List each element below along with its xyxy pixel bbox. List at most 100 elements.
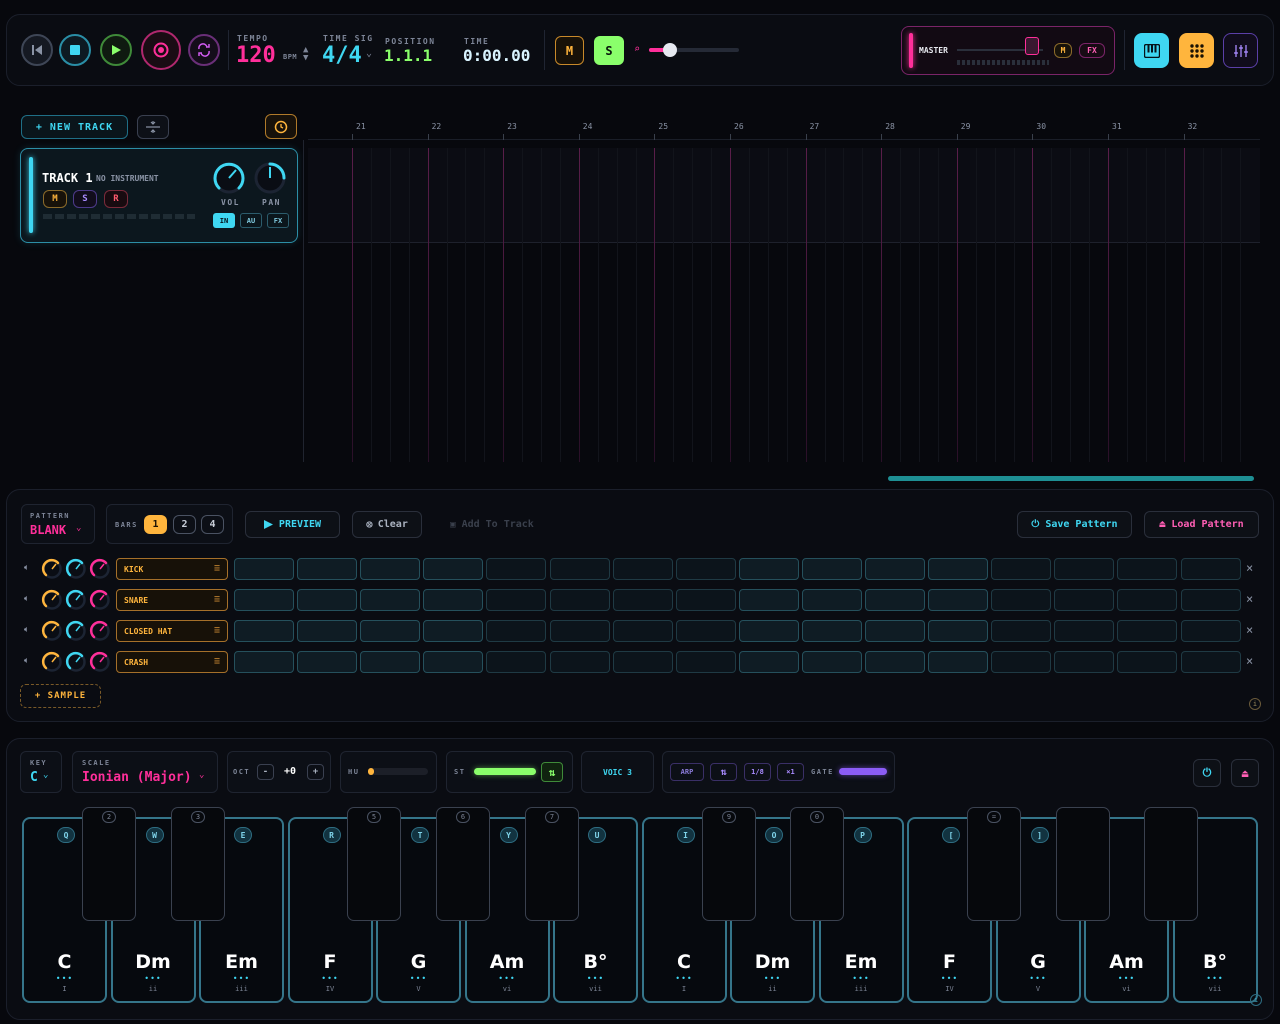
pads-view-button[interactable] <box>1179 33 1214 68</box>
step-cell[interactable] <box>928 620 989 642</box>
black-key[interactable]: 3 <box>171 807 225 921</box>
bars-4-button[interactable]: 4 <box>201 515 224 534</box>
black-key[interactable]: 2 <box>82 807 136 921</box>
row-speaker-icon[interactable]: 🔈︎ <box>24 594 29 604</box>
row-volume-knob[interactable] <box>41 651 63 673</box>
menu-icon[interactable]: ≡ <box>214 594 220 605</box>
save-preset-button[interactable]: ⏻ <box>1193 759 1221 787</box>
row-volume-knob[interactable] <box>41 620 63 642</box>
step-cell[interactable] <box>234 651 294 673</box>
metronome-button[interactable] <box>265 114 297 139</box>
load-preset-button[interactable]: ⏏ <box>1231 759 1259 787</box>
track-solo-button[interactable]: S <box>73 190 97 208</box>
bars-1-button[interactable]: 1 <box>144 515 167 534</box>
row-speaker-icon[interactable]: 🔈︎ <box>24 656 29 666</box>
step-cell[interactable] <box>1180 620 1241 642</box>
gate-slider[interactable] <box>839 768 887 775</box>
remove-row-button[interactable]: × <box>1246 654 1253 668</box>
step-cell[interactable] <box>423 558 484 580</box>
row-sample-name[interactable]: CLOSED HAT ≡ <box>116 620 228 642</box>
step-cell[interactable] <box>360 558 421 580</box>
row-pitch-knob[interactable] <box>65 558 87 580</box>
step-cell[interactable] <box>991 620 1052 642</box>
step-cell[interactable] <box>612 589 673 611</box>
step-cell[interactable] <box>234 620 294 642</box>
step-cell[interactable] <box>234 589 294 611</box>
zoom-slider-thumb[interactable] <box>663 43 677 57</box>
step-cell[interactable] <box>991 558 1052 580</box>
track-lane[interactable] <box>308 148 1260 243</box>
strum-slider[interactable] <box>474 768 536 775</box>
row-pan-knob[interactable] <box>89 558 111 580</box>
remove-row-button[interactable]: × <box>1246 623 1253 637</box>
master-fader-thumb[interactable] <box>1025 37 1039 55</box>
remove-row-button[interactable]: × <box>1246 561 1253 575</box>
add-to-track-button[interactable]: ▣ Add To Track <box>436 511 548 538</box>
step-cell[interactable] <box>675 651 736 673</box>
split-tracks-button[interactable] <box>137 115 169 139</box>
step-cell[interactable] <box>549 620 610 642</box>
pan-knob[interactable] <box>253 161 287 195</box>
timesig-value[interactable]: 4/4 <box>322 43 362 68</box>
clear-button[interactable]: ⊗ Clear <box>352 511 422 538</box>
step-cell[interactable] <box>1180 558 1241 580</box>
step-cell[interactable] <box>549 651 610 673</box>
step-cell[interactable] <box>865 589 925 611</box>
step-cell[interactable] <box>360 651 421 673</box>
step-cell[interactable] <box>865 651 925 673</box>
timeline-scrollbar-thumb[interactable] <box>888 476 1254 481</box>
step-cell[interactable] <box>801 589 862 611</box>
voicing-button[interactable]: VOIC 3 <box>581 751 654 793</box>
black-key[interactable]: 5 <box>347 807 401 921</box>
zoom-slider[interactable] <box>649 43 739 57</box>
octave-up-button[interactable]: + <box>307 764 324 780</box>
strum-direction-button[interactable]: ⇅ <box>541 762 563 782</box>
step-cell[interactable] <box>1180 589 1241 611</box>
tempo-stepper-icon[interactable]: ▲ ▼ <box>303 46 308 63</box>
load-pattern-button[interactable]: ⏏ Load Pattern <box>1144 511 1259 538</box>
step-cell[interactable] <box>486 651 547 673</box>
step-cell[interactable] <box>991 651 1052 673</box>
step-cell[interactable] <box>1117 620 1178 642</box>
menu-icon[interactable]: ≡ <box>214 625 220 636</box>
track-name[interactable]: TRACK 1 <box>42 171 93 185</box>
step-cell[interactable] <box>234 558 294 580</box>
row-pan-knob[interactable] <box>89 651 111 673</box>
row-volume-knob[interactable] <box>41 589 63 611</box>
row-speaker-icon[interactable]: 🔈︎ <box>24 625 29 635</box>
step-cell[interactable] <box>486 589 547 611</box>
black-key[interactable]: 9 <box>702 807 756 921</box>
step-cell[interactable] <box>486 558 547 580</box>
step-cell[interactable] <box>865 620 925 642</box>
track-fx-button[interactable]: FX <box>267 213 289 228</box>
step-cell[interactable] <box>297 651 358 673</box>
row-sample-name[interactable]: CRASH ≡ <box>116 651 228 673</box>
global-mute-button[interactable]: M <box>555 36 584 65</box>
row-pitch-knob[interactable] <box>65 620 87 642</box>
black-key[interactable]: 0 <box>790 807 844 921</box>
step-cell[interactable] <box>423 589 484 611</box>
step-cell[interactable] <box>1054 620 1115 642</box>
key-selector[interactable] <box>20 751 62 793</box>
tempo-value[interactable]: 120 <box>236 43 276 68</box>
step-cell[interactable] <box>928 651 989 673</box>
add-sample-button[interactable]: + SAMPLE <box>20 684 101 708</box>
step-cell[interactable] <box>738 558 799 580</box>
preview-button[interactable]: PREVIEW <box>245 511 340 538</box>
track-mute-button[interactable]: M <box>43 190 67 208</box>
step-cell[interactable] <box>486 620 547 642</box>
step-cell[interactable] <box>612 558 673 580</box>
row-speaker-icon[interactable]: 🔈︎ <box>24 563 29 573</box>
step-cell[interactable] <box>612 620 673 642</box>
octave-down-button[interactable]: - <box>257 764 274 780</box>
step-cell[interactable] <box>423 620 484 642</box>
track-input-button[interactable]: IN <box>213 213 235 228</box>
step-cell[interactable] <box>801 651 862 673</box>
step-cell[interactable] <box>1180 651 1241 673</box>
arp-direction-button[interactable]: ⇅ <box>710 763 737 781</box>
volume-knob[interactable] <box>212 161 246 195</box>
row-pan-knob[interactable] <box>89 589 111 611</box>
step-cell[interactable] <box>297 589 358 611</box>
master-fx-button[interactable]: FX <box>1079 43 1105 58</box>
step-cell[interactable] <box>423 651 484 673</box>
